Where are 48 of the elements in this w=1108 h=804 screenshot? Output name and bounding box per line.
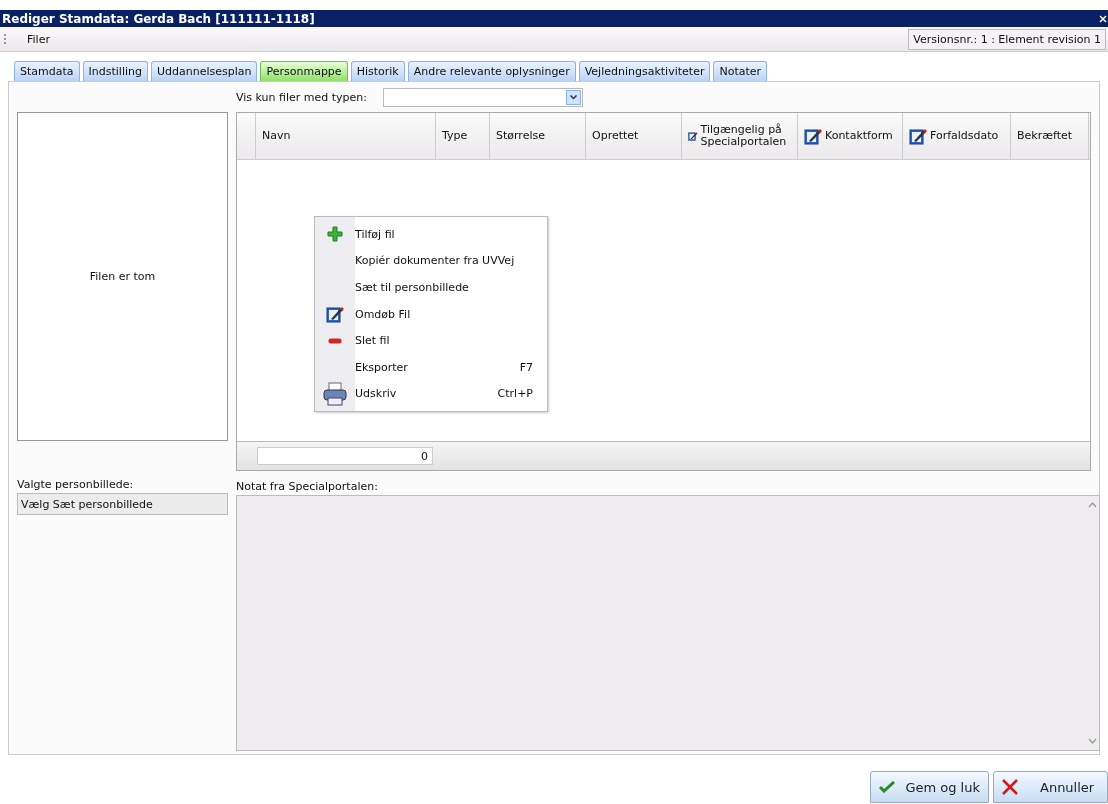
tab[interactable]: Stamdata (14, 61, 80, 81)
close-icon[interactable] (1098, 14, 1108, 23)
grip-icon (4, 34, 9, 44)
cancel-button[interactable]: Annuller (993, 771, 1108, 803)
file-type-dropdown[interactable] (383, 87, 584, 107)
photo-label: Valgte personbillede: (17, 478, 134, 491)
menu-item[interactable]: Kopiér dokumenter fra UVVej (315, 247, 547, 275)
version-label: Versionsnr.: 1 : Element revision 1 (908, 28, 1106, 50)
pencil-icon (326, 305, 344, 324)
tab[interactable]: Personmappe (260, 61, 348, 81)
note-label: Notat fra Specialportalen: (236, 480, 378, 493)
column-header[interactable]: Tilgængelig på Specialportalen (682, 113, 798, 159)
column-header[interactable]: Navn (256, 113, 436, 159)
minus-icon (328, 337, 342, 344)
close-icon (1002, 779, 1018, 795)
chevron-down-icon (566, 89, 582, 105)
menu-item[interactable]: Eksporter F7 (315, 353, 547, 381)
column-header[interactable]: Størrelse (490, 113, 586, 159)
empty-file-text: Filen er tom (89, 270, 156, 283)
menu-item[interactable]: Sæt til personbillede (315, 274, 547, 301)
tab[interactable]: Vejledningsaktiviteter (578, 61, 711, 81)
menu-item[interactable]: Slet fil (315, 327, 547, 354)
menu-item[interactable]: Udskriv Ctrl+P (315, 380, 547, 408)
column-header[interactable]: Kontaktform (798, 113, 903, 159)
plus-icon (327, 226, 343, 243)
column-header[interactable]: Oprettet (586, 113, 682, 159)
pencil-icon (804, 127, 822, 145)
window-title: Rediger Stamdata: Gerda Bach [111111-1118] (2, 11, 315, 26)
filter-label: Vis kun filer med typen: (236, 90, 368, 104)
file-count-field: 0 (257, 447, 433, 465)
tab[interactable]: Indstilling (82, 61, 148, 81)
checkmark-icon (879, 781, 896, 793)
scroll-up-icon[interactable] (1087, 502, 1097, 508)
scroll-down-icon[interactable] (1087, 738, 1097, 744)
printer-icon (323, 381, 347, 406)
tab[interactable]: Uddannelsesplan (150, 61, 258, 81)
menu-item[interactable]: Tilføj fil (315, 221, 547, 248)
column-header[interactable]: Forfaldsdato (903, 113, 1011, 159)
tab[interactable]: Andre relevante oplysninger (407, 61, 576, 81)
pencil-icon (909, 127, 927, 145)
menu-item[interactable]: Omdøb Fil (315, 300, 547, 328)
save-button[interactable]: Gem og luk (870, 771, 989, 803)
column-header[interactable]: Bekræftet (1011, 113, 1089, 159)
tab[interactable]: Notater (713, 61, 768, 81)
photo-field[interactable]: Vælg Sæt personbillede (17, 493, 228, 515)
column-header[interactable]: Type (436, 113, 490, 159)
menu-item[interactable]: Filer (23, 30, 54, 48)
tab[interactable]: Historik (350, 61, 405, 81)
